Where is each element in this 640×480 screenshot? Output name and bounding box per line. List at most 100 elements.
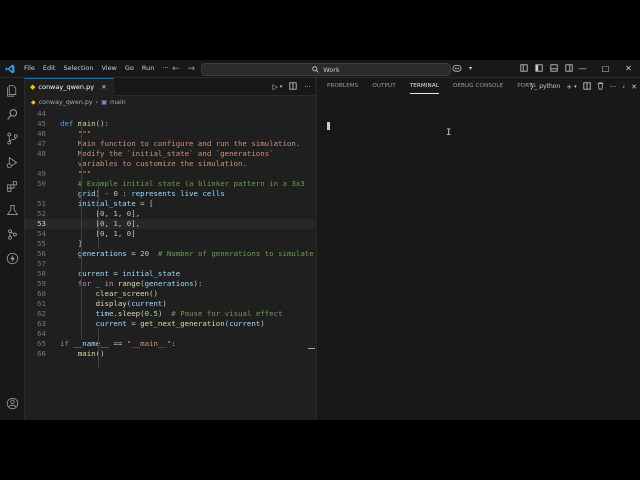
menu-go[interactable]: Go	[121, 60, 138, 77]
forward-arrow-icon[interactable]: →	[188, 64, 196, 74]
breadcrumb-file[interactable]: conway_qwen.py	[39, 99, 93, 106]
mouse-ibeam-cursor: I	[446, 128, 452, 138]
title-actions: ▾	[452, 60, 472, 77]
code-line[interactable]: 48 Modify the `initial_state` and `gener…	[25, 149, 315, 159]
extensions-icon[interactable]	[5, 179, 19, 193]
code-line[interactable]: 56 generations = 20 # Number of generati…	[25, 249, 315, 259]
account-icon[interactable]	[5, 396, 19, 410]
code-line[interactable]: variables to customize the simulation.	[25, 159, 315, 169]
command-center[interactable]: Work	[201, 63, 451, 76]
code-line[interactable]: 57	[25, 259, 315, 269]
testing-icon[interactable]	[5, 203, 19, 217]
menu-view[interactable]: View	[97, 60, 120, 77]
tab-debug-console[interactable]: DEBUG CONSOLE	[453, 78, 511, 95]
indent-guide	[98, 329, 99, 369]
title-bar: File Edit Selection View Go Run ··· ← → …	[0, 60, 640, 78]
code-text: """	[60, 169, 92, 178]
chevron-down-icon[interactable]: ▾	[280, 84, 283, 90]
code-line[interactable]: 55 ]	[25, 239, 315, 249]
menu-run[interactable]: Run	[138, 60, 158, 77]
menu-edit[interactable]: Edit	[39, 60, 60, 77]
split-editor-icon[interactable]	[289, 81, 297, 92]
tab-label: conway_qwen.py	[38, 83, 95, 91]
code-line[interactable]: 49 """	[25, 169, 315, 179]
run-python-icon[interactable]: ▷	[272, 83, 277, 91]
code-line[interactable]: 44	[25, 109, 315, 119]
back-arrow-icon[interactable]: ←	[172, 64, 180, 74]
code-line[interactable]: 62 time.sleep(0.5) # Pause for visual ef…	[25, 309, 315, 319]
code-line[interactable]: 66 main()	[25, 349, 315, 359]
code-line[interactable]: 52 [0, 1, 0],	[25, 209, 315, 219]
more-actions-icon[interactable]: ···	[304, 83, 311, 91]
code-text: current = initial_state	[77, 269, 181, 278]
close-tab-icon[interactable]: ✕	[101, 83, 106, 91]
code-text: variables to customize the simulation.	[60, 159, 247, 168]
line-number: 53	[37, 219, 46, 228]
lightning-icon[interactable]	[5, 251, 19, 265]
code-line[interactable]: 51 initial_state = [	[25, 199, 315, 209]
menu-file[interactable]: File	[20, 60, 39, 77]
toggle-panel-icon[interactable]	[550, 63, 558, 74]
tab-output[interactable]: OUTPUT	[372, 78, 403, 95]
code-line[interactable]: 47 Main function to configure and run th…	[25, 139, 315, 149]
more-actions-icon[interactable]: ···	[610, 83, 617, 91]
code-area[interactable]: 44 45 def main(): 46 """ 47 Main function to…	[25, 109, 315, 369]
code-text: Modify the `initial_state` and `generati…	[60, 149, 274, 158]
terminal-profile[interactable]: ❭_ python	[529, 83, 560, 90]
line-number: 47	[37, 139, 46, 148]
code-line[interactable]: 54 [0, 1, 0]	[25, 229, 315, 239]
command-center-label: Work	[323, 65, 340, 74]
close-panel-icon[interactable]: ✕	[631, 83, 637, 91]
menu-more[interactable]: ···	[158, 60, 172, 77]
source-control-icon[interactable]	[5, 131, 19, 145]
split-terminal-icon[interactable]	[583, 81, 591, 92]
code-line[interactable]: 46 """	[25, 129, 315, 139]
code-text: Main function to configure and run the s…	[60, 139, 301, 148]
tab-terminal[interactable]: TERMINAL	[409, 78, 447, 95]
add-terminal-icon[interactable]: +	[566, 83, 572, 91]
code-line[interactable]: 50 # Example initial state (a blinker pa…	[25, 179, 315, 189]
code-line[interactable]: 63 current = get_next_generation(current…	[25, 319, 315, 329]
toggle-sidebar-icon[interactable]	[535, 63, 543, 74]
explorer-icon[interactable]	[5, 83, 19, 97]
tab-problems[interactable]: PROBLEMS	[327, 78, 366, 95]
code-line[interactable]: 65 if __name__ == "__main__":	[25, 339, 315, 349]
code-text: # Example initial state (a blinker patte…	[77, 179, 305, 188]
chevron-down-icon[interactable]: ▾	[469, 65, 472, 72]
code-text: [0, 1, 0],	[96, 219, 141, 228]
copilot-icon[interactable]	[452, 64, 462, 74]
code-text: display(current)	[95, 299, 167, 308]
code-line[interactable]: grid) - 0 : represents live cells	[25, 189, 315, 199]
trash-icon[interactable]	[597, 82, 604, 92]
code-line[interactable]: 60 clear_screen()	[25, 289, 315, 299]
git-graph-icon[interactable]	[5, 227, 19, 241]
search-icon[interactable]	[5, 107, 19, 121]
code-line[interactable]: 59 for _ in range(generations):	[25, 279, 315, 289]
code-line[interactable]: 61 display(current)	[25, 299, 315, 309]
menu-selection[interactable]: Selection	[59, 60, 97, 77]
breadcrumb-symbol[interactable]: main	[110, 99, 126, 106]
line-number: 60	[37, 289, 46, 298]
minimize-button[interactable]: —	[571, 64, 594, 73]
code-text: initial_state = [	[77, 199, 154, 208]
editor-tab-conway[interactable]: ◆ conway_qwen.py ✕	[25, 77, 114, 96]
code-text: time.sleep(0.5) # Pause for visual effec…	[95, 309, 283, 318]
chevron-down-icon[interactable]: ▾	[574, 84, 577, 90]
vscode-logo-icon	[4, 63, 16, 75]
run-debug-icon[interactable]	[5, 155, 19, 169]
customize-layout-icon[interactable]	[520, 63, 528, 74]
code-text: [0, 1, 0],	[96, 209, 141, 218]
line-number: 46	[37, 129, 46, 138]
scrollbar-marker[interactable]	[308, 348, 315, 349]
code-line[interactable]: 45 def main():	[25, 119, 315, 129]
code-line[interactable]: 53 [0, 1, 0],	[25, 219, 315, 229]
code-line[interactable]: 64	[25, 329, 315, 339]
python-file-icon: ◆	[30, 83, 36, 91]
close-button[interactable]: ✕	[617, 64, 640, 73]
panel: PROBLEMS OUTPUT TERMINAL DEBUG CONSOLE P…	[316, 78, 640, 420]
maximize-button[interactable]: □	[594, 64, 617, 73]
line-number: 51	[37, 199, 46, 208]
chevron-left-icon[interactable]: ‹	[622, 83, 625, 91]
breadcrumb-separator-icon: ›	[95, 98, 99, 106]
code-line[interactable]: 58 current = initial_state	[25, 269, 315, 279]
